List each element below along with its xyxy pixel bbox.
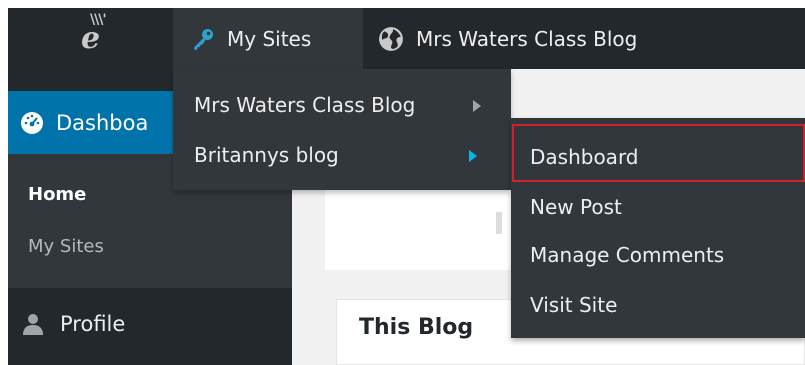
panel-title: This Blog xyxy=(359,315,474,340)
page-frame-top xyxy=(0,0,805,8)
sidebar-subitem-my-sites[interactable]: My Sites xyxy=(28,236,104,257)
sidebar-item-label: Profile xyxy=(60,311,126,336)
wordpress-logo-icon[interactable]: \\\' e xyxy=(8,8,173,69)
key-icon xyxy=(194,28,213,50)
my-sites-menu-button[interactable]: My Sites xyxy=(173,8,363,69)
flyout-item-visit-site[interactable]: Visit Site xyxy=(530,293,617,317)
sidebar-item-profile[interactable]: Profile xyxy=(8,296,292,351)
dashboard-gauge-icon xyxy=(21,111,43,134)
flyout-item-manage-comments[interactable]: Manage Comments xyxy=(530,243,724,267)
content-fragment xyxy=(496,212,502,234)
page-frame-left xyxy=(0,0,8,365)
my-sites-label: My Sites xyxy=(227,26,312,51)
site-name-label: Mrs Waters Class Blog xyxy=(416,26,638,51)
globe-icon xyxy=(379,26,403,51)
chevron-right-icon xyxy=(473,100,481,112)
site-name-menu-button[interactable]: Mrs Waters Class Blog xyxy=(378,8,637,69)
logo-spark: \\\' xyxy=(90,12,107,28)
chevron-right-icon xyxy=(469,150,477,162)
sidebar-item-label: Dashboa xyxy=(56,110,149,135)
flyout-item-new-post[interactable]: New Post xyxy=(530,195,622,219)
my-sites-item-mrs-waters[interactable]: Mrs Waters Class Blog xyxy=(194,93,415,117)
highlight-box xyxy=(512,124,805,182)
my-sites-dropdown xyxy=(173,69,511,190)
my-sites-item-britannys-blog[interactable]: Britannys blog xyxy=(194,143,339,167)
sidebar-subitem-home[interactable]: Home xyxy=(28,184,86,205)
user-icon xyxy=(23,313,43,335)
